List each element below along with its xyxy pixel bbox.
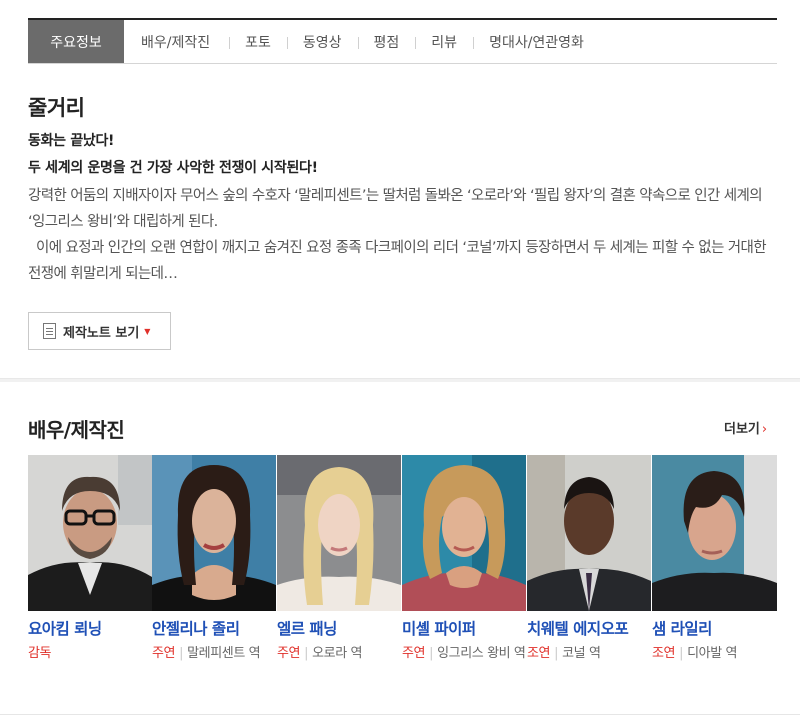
cast-name[interactable]: 안젤리나 졸리 bbox=[152, 617, 276, 639]
document-icon bbox=[43, 323, 56, 339]
cast-photo[interactable] bbox=[277, 455, 401, 611]
tab-quotes-related[interactable]: 명대사/연관영화 bbox=[473, 20, 600, 63]
role-separator: | bbox=[304, 646, 309, 661]
cast-role: 주연 | 잉그리스 왕비 역 bbox=[402, 643, 526, 664]
cast-name[interactable]: 엘르 패닝 bbox=[277, 617, 401, 639]
cast-role: 조연 | 디아발 역 bbox=[652, 643, 777, 664]
tab-review[interactable]: 리뷰 bbox=[415, 20, 473, 63]
synopsis-paragraph-2: 이에 요정과 인간의 오랜 연합이 깨지고 숨겨진 요정 종족 다크페이의 리더… bbox=[28, 235, 780, 287]
role-separator: | bbox=[554, 646, 559, 661]
cast-role-type: 주연 bbox=[152, 646, 176, 661]
cast-role-type: 주연 bbox=[277, 646, 301, 661]
chevron-right-icon: › bbox=[761, 422, 768, 437]
cast-name[interactable]: 미셸 파이퍼 bbox=[402, 617, 526, 639]
section-divider bbox=[0, 378, 800, 382]
cast-photo[interactable] bbox=[652, 455, 777, 611]
production-note-button[interactable]: 제작노트 보기 ▼ bbox=[28, 312, 171, 350]
cast-role: 감독 bbox=[28, 643, 152, 664]
cast-role-character: 코널 역 bbox=[562, 646, 601, 661]
cast-role-type: 주연 bbox=[402, 646, 426, 661]
cast-role: 주연 | 오로라 역 bbox=[277, 643, 401, 664]
role-separator: | bbox=[679, 646, 684, 661]
cast-photo[interactable] bbox=[152, 455, 276, 611]
synopsis-body: 강력한 어둠의 지배자이자 무어스 숲의 수호자 ‘말레피센트’는 딸처럼 돌봐… bbox=[28, 183, 780, 287]
cast-role-type: 조연 bbox=[527, 646, 551, 661]
cast-role-character: 오로라 역 bbox=[312, 646, 363, 661]
production-note-label: 제작노트 보기 bbox=[63, 325, 140, 341]
cast-role: 주연 | 말레피센트 역 bbox=[152, 643, 276, 664]
tab-photo[interactable]: 포토 bbox=[229, 20, 287, 63]
tab-bar: 주요정보 배우/제작진 포토 동영상 평점 리뷰 명대사/연관영화 bbox=[28, 18, 777, 64]
tab-main-info[interactable]: 주요정보 bbox=[28, 20, 124, 63]
cast-photo[interactable] bbox=[527, 455, 651, 611]
role-separator: | bbox=[179, 646, 184, 661]
cast-photo[interactable] bbox=[28, 455, 152, 611]
cast-role-type: 감독 bbox=[28, 646, 52, 661]
synopsis-tagline-2: 두 세계의 운명을 건 가장 사악한 전쟁이 시작된다! bbox=[28, 160, 318, 176]
cast-card[interactable]: 안젤리나 졸리 주연 | 말레피센트 역 bbox=[152, 455, 276, 664]
bottom-divider bbox=[0, 714, 800, 715]
caret-down-icon: ▼ bbox=[144, 326, 151, 336]
cast-role-character: 잉그리스 왕비 역 bbox=[437, 646, 526, 661]
cast-card[interactable]: 미셸 파이퍼 주연 | 잉그리스 왕비 역 bbox=[402, 455, 526, 664]
cast-card[interactable]: 샘 라일리 조연 | 디아발 역 bbox=[652, 455, 777, 664]
tab-cast-crew[interactable]: 배우/제작진 bbox=[124, 20, 229, 63]
cast-section-title: 배우/제작진 bbox=[28, 418, 125, 442]
cast-photo[interactable] bbox=[402, 455, 526, 611]
cast-card[interactable]: 치웨텔 에지오포 조연 | 코널 역 bbox=[527, 455, 651, 664]
cast-name[interactable]: 치웨텔 에지오포 bbox=[527, 617, 651, 639]
synopsis-paragraph-1: 강력한 어둠의 지배자이자 무어스 숲의 수호자 ‘말레피센트’는 딸처럼 돌봐… bbox=[28, 188, 763, 230]
role-separator: | bbox=[429, 646, 434, 661]
cast-name[interactable]: 샘 라일리 bbox=[652, 617, 777, 639]
more-link-label: 더보기 bbox=[724, 422, 760, 437]
cast-list: 요아킴 뢰닝 감독 안젤리나 졸리 주연 | 말레피센트 역 엘르 패닝 주연 … bbox=[28, 455, 777, 695]
cast-role-character: 디아발 역 bbox=[687, 646, 738, 661]
synopsis-paragraph-2-text: 이에 요정과 인간의 오랜 연합이 깨지고 숨겨진 요정 종족 다크페이의 리더… bbox=[28, 240, 767, 282]
tab-rating[interactable]: 평점 bbox=[357, 20, 416, 63]
synopsis-title: 줄거리 bbox=[28, 96, 85, 120]
cast-card[interactable]: 요아킴 뢰닝 감독 bbox=[28, 455, 152, 664]
synopsis-tagline-1: 동화는 끝났다! bbox=[28, 133, 115, 149]
cast-role-type: 조연 bbox=[652, 646, 676, 661]
cast-role-character: 말레피센트 역 bbox=[187, 646, 261, 661]
cast-role: 조연 | 코널 역 bbox=[527, 643, 651, 664]
cast-name[interactable]: 요아킴 뢰닝 bbox=[28, 617, 152, 639]
cast-card[interactable]: 엘르 패닝 주연 | 오로라 역 bbox=[277, 455, 401, 664]
tab-video[interactable]: 동영상 bbox=[286, 20, 358, 63]
more-link[interactable]: 더보기 › bbox=[724, 418, 767, 437]
